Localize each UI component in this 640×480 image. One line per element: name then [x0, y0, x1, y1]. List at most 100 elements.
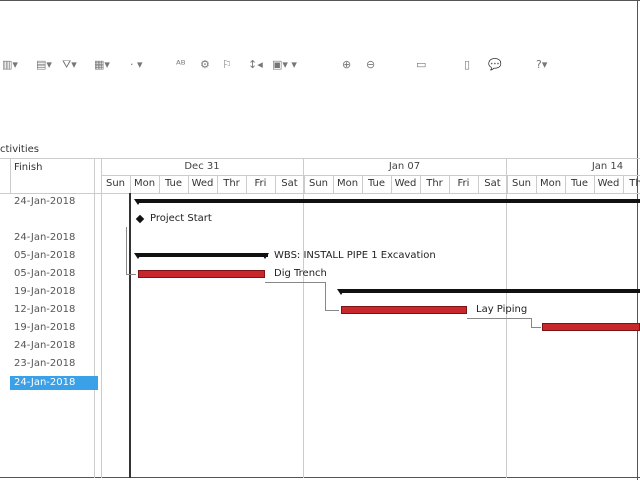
- day-divider: [217, 175, 218, 193]
- day-label: Tue: [367, 178, 386, 189]
- zoom-in-icon[interactable]: ⊕: [342, 58, 351, 72]
- day-label: Tue: [164, 178, 183, 189]
- comment-icon[interactable]: 💬: [488, 58, 502, 72]
- summary-bar-wbs[interactable]: [137, 253, 268, 257]
- day-divider: [159, 175, 160, 193]
- gantt-left-divider: [101, 158, 102, 478]
- finish-column-divider: [94, 158, 95, 478]
- flag-icon[interactable]: ⚐: [222, 58, 232, 72]
- link-line-3c: [531, 327, 541, 328]
- day-divider: [362, 175, 363, 193]
- link-line-1: [126, 227, 127, 275]
- day-label: Tue: [570, 178, 589, 189]
- milestone-project-start[interactable]: [135, 214, 145, 224]
- day-label: Mon: [336, 178, 359, 189]
- dropdown-icon[interactable]: · ▾: [130, 58, 143, 72]
- link-line-1b: [126, 274, 136, 275]
- finish-cell[interactable]: 05-Jan-2018: [14, 267, 75, 281]
- finish-cell[interactable]: 12-Jan-2018: [14, 303, 75, 317]
- dig-trench-label: Dig Trench: [274, 268, 327, 279]
- summary-bar-wbs-end-marker: [261, 253, 269, 259]
- day-divider: [449, 175, 450, 193]
- day-label: Wed: [597, 178, 620, 189]
- filter-icon[interactable]: ⛛▾: [62, 58, 77, 72]
- window-bottom-border: [0, 477, 640, 478]
- day-label: Sun: [308, 178, 329, 189]
- day-label: Mon: [539, 178, 562, 189]
- help-icon[interactable]: ?▾: [536, 58, 547, 72]
- day-label: Fri: [457, 178, 470, 189]
- columns-icon[interactable]: ▥▾: [2, 58, 18, 72]
- split-icon[interactable]: ▭: [416, 58, 426, 72]
- chart-icon[interactable]: ▣▾ ▾: [272, 58, 297, 72]
- day-label: Wed: [394, 178, 417, 189]
- day-divider: [594, 175, 595, 193]
- bars-icon[interactable]: ▦▾: [94, 58, 110, 72]
- day-divider: [130, 175, 131, 193]
- finish-cell[interactable]: 23-Jan-2018: [14, 357, 75, 371]
- day-divider: [333, 175, 334, 193]
- day-label: Thr: [629, 178, 640, 189]
- link-line-2c: [325, 310, 339, 311]
- day-divider: [507, 175, 508, 193]
- finish-cell[interactable]: 24-Jan-2018: [14, 195, 75, 209]
- day-label: Fri: [254, 178, 267, 189]
- day-label: Mon: [133, 178, 156, 189]
- format-icon[interactable]: ↕◂: [248, 58, 263, 72]
- day-label: Sun: [105, 178, 126, 189]
- finish-cell[interactable]: 24-Jan-2018: [10, 376, 98, 390]
- activity-bar-dig-trench[interactable]: [138, 270, 265, 278]
- link-line-3a: [467, 318, 531, 319]
- finish-cell[interactable]: 24-Jan-2018: [14, 339, 75, 353]
- lay-piping-label: Lay Piping: [476, 304, 528, 315]
- top-divider: [0, 158, 640, 159]
- summary-bar-wbs-start-marker: [134, 253, 142, 259]
- zoom-out-icon[interactable]: ⊖: [366, 58, 375, 72]
- finish-cell[interactable]: 19-Jan-2018: [14, 285, 75, 299]
- day-label: Thr: [223, 178, 240, 189]
- activities-label: ctivities: [0, 144, 39, 155]
- day-label: Wed: [191, 178, 214, 189]
- summary-bar-project-start-marker: [134, 199, 142, 205]
- finish-cell[interactable]: 05-Jan-2018: [14, 249, 75, 263]
- window-top-border: [0, 0, 640, 1]
- day-divider: [188, 175, 189, 193]
- toolbar: ▥▾ ▤▾ ⛛▾ ▦▾ · ▾ ᴬᴮ ⚙ ⚐ ↕◂ ▣▾ ▾ ⊕ ⊖ ▭ ▯ 💬…: [0, 52, 640, 78]
- project-start-label: Project Start: [150, 213, 212, 224]
- day-divider: [565, 175, 566, 193]
- summary-bar-install[interactable]: [340, 289, 640, 293]
- day-divider: [536, 175, 537, 193]
- day-divider: [275, 175, 276, 193]
- link-line-2b: [325, 282, 326, 310]
- week-divider-1: [303, 158, 304, 478]
- summary-bar-project[interactable]: [137, 199, 640, 203]
- day-divider: [246, 175, 247, 193]
- week-label-dec31: Dec 31: [184, 161, 220, 172]
- day-divider: [304, 175, 305, 193]
- day-label: Thr: [426, 178, 443, 189]
- summary-bar-install-start-marker: [337, 289, 345, 295]
- day-divider: [478, 175, 479, 193]
- activity-bar-next[interactable]: [542, 323, 640, 331]
- day-label: Sat: [281, 178, 298, 189]
- wbs-label: WBS: INSTALL PIPE 1 Excavation: [274, 250, 436, 261]
- day-label: Sun: [511, 178, 532, 189]
- activity-bar-lay-piping[interactable]: [341, 306, 467, 314]
- spell-check-icon[interactable]: ᴬᴮ: [176, 58, 186, 72]
- finish-cell[interactable]: 24-Jan-2018: [14, 231, 75, 245]
- finish-column-left: [10, 158, 11, 194]
- week-label-jan14: Jan 14: [591, 161, 624, 172]
- week-row-divider: [101, 175, 640, 176]
- day-divider: [391, 175, 392, 193]
- settings-icon[interactable]: ⚙: [200, 58, 210, 72]
- finish-column-header[interactable]: Finish: [14, 162, 42, 173]
- day-label: Sat: [484, 178, 501, 189]
- notebook-icon[interactable]: ▯: [464, 58, 470, 72]
- week-label-jan07: Jan 07: [388, 161, 421, 172]
- layout-icon[interactable]: ▤▾: [36, 58, 52, 72]
- finish-cell[interactable]: 19-Jan-2018: [14, 321, 75, 335]
- link-line-2a: [265, 282, 325, 283]
- day-divider: [420, 175, 421, 193]
- header-bottom-divider: [0, 193, 640, 194]
- day-divider: [623, 175, 624, 193]
